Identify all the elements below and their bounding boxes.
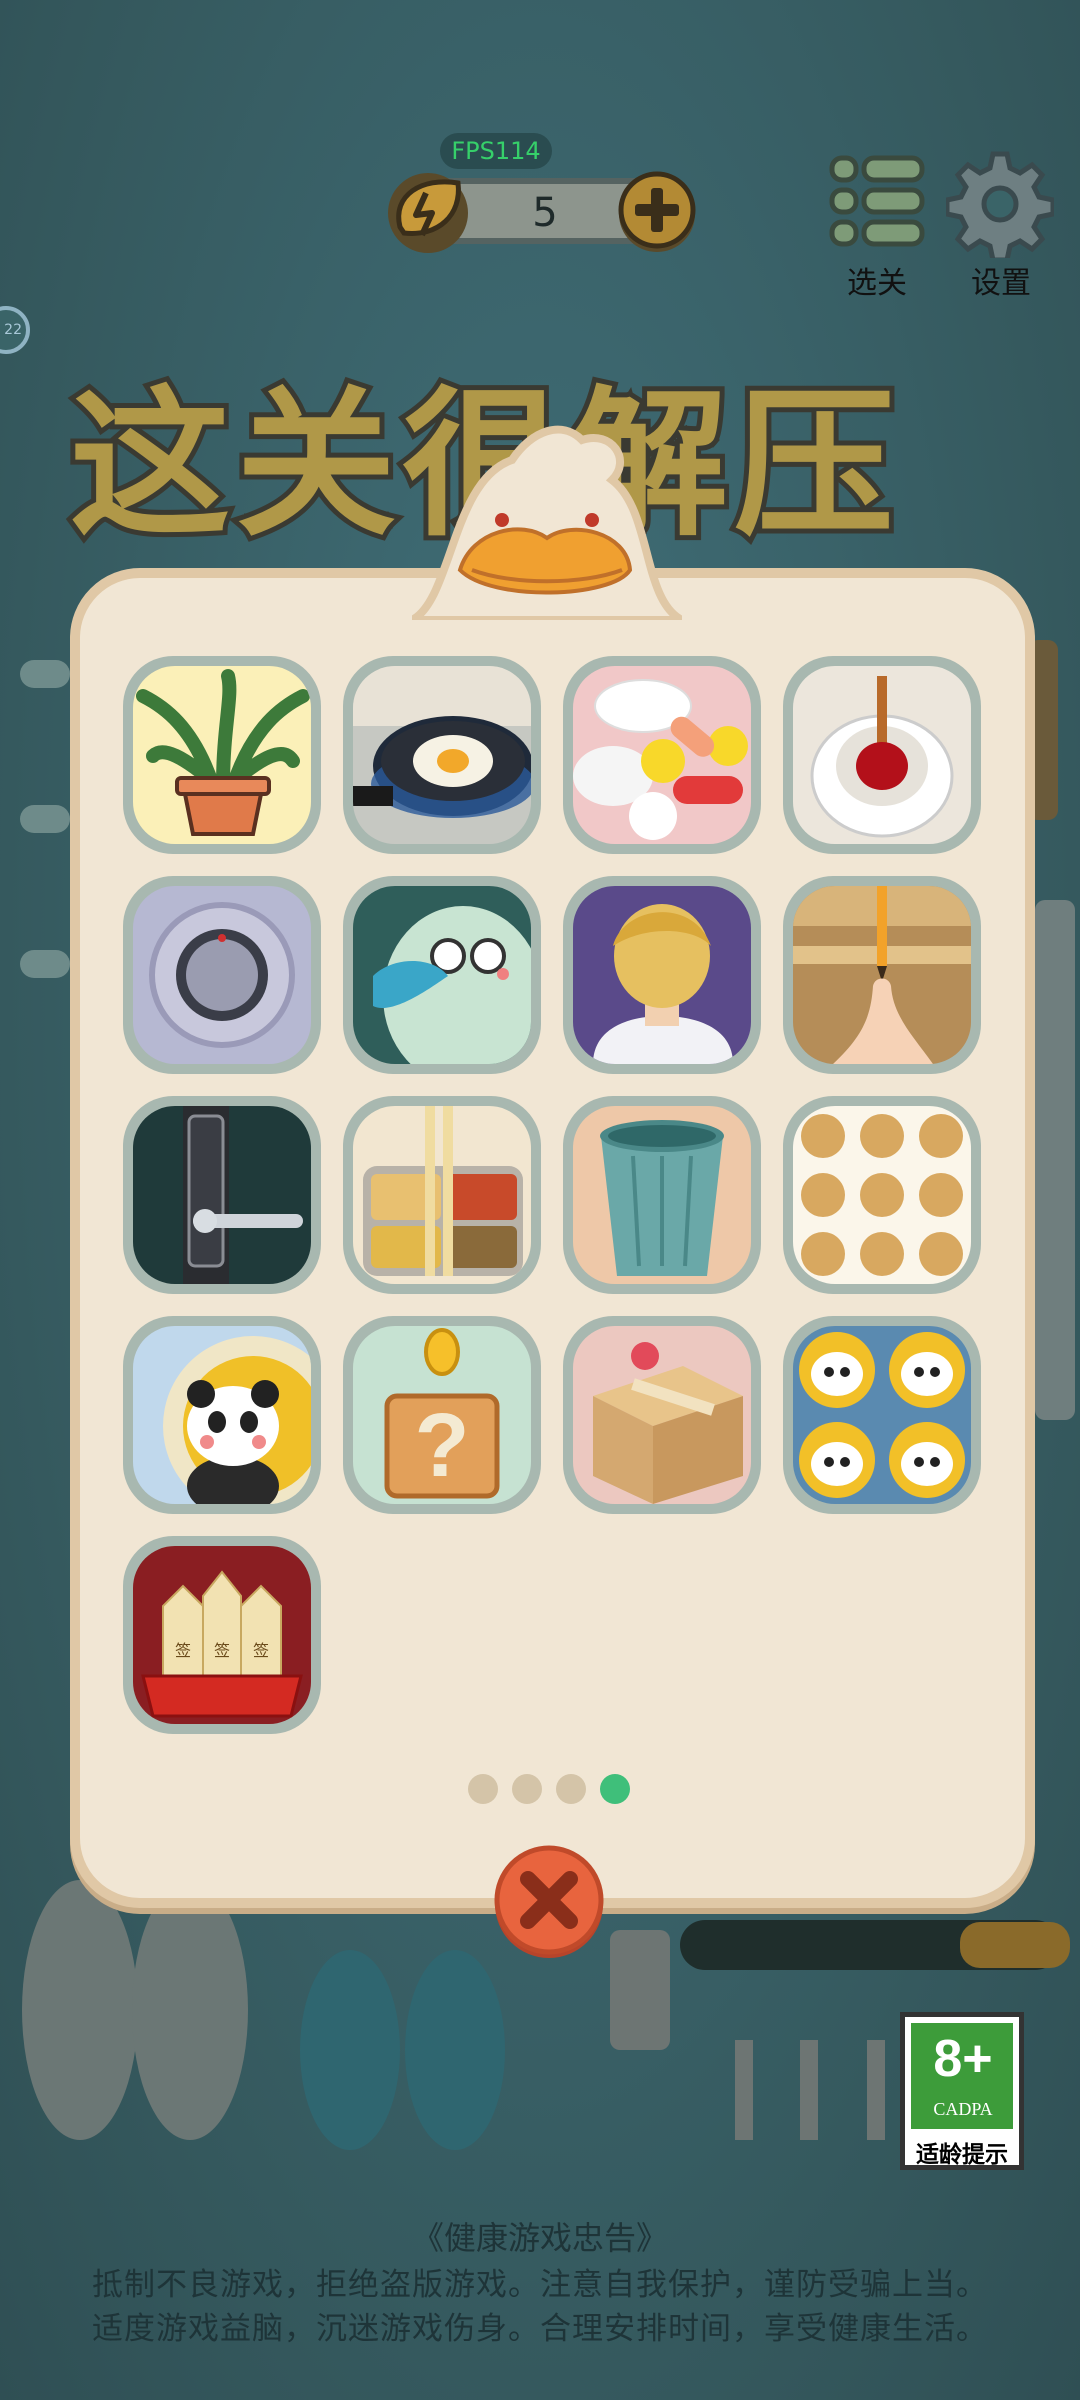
bear-pattern-icon (793, 1106, 971, 1284)
level-tile-lunch-box[interactable] (343, 1096, 541, 1294)
cardboard-box-icon (573, 1326, 751, 1504)
health-advice-line-2: 适度游戏益脑，沉迷游戏伤身。合理安排时间，享受健康生活。 (92, 2311, 988, 2347)
page-dot[interactable] (556, 1774, 586, 1804)
gear-icon[interactable] (946, 150, 1054, 258)
energy-leaf-icon (388, 173, 468, 253)
health-advice-title: 《健康游戏忠告》 (411, 2219, 668, 2257)
pencil-on-finger-icon (793, 886, 971, 1064)
level-tile-bird-with-glasses[interactable] (343, 876, 541, 1074)
four-pandas-icon (793, 1326, 971, 1504)
age-rating-number: 8+ (933, 2030, 993, 2088)
panda-plate-icon (133, 1326, 311, 1504)
age-rating-org: CADPA (933, 2099, 993, 2119)
fortune-stick-label: 签 (253, 1641, 269, 1660)
level-list-icon[interactable] (828, 152, 926, 252)
level-tile-safe-dial[interactable] (123, 876, 321, 1074)
level-tile-frying-egg[interactable] (343, 656, 541, 854)
fortune-stick-label: 签 (214, 1641, 230, 1660)
age-rating-badge: 8+ CADPA 适龄提示 (900, 2012, 1024, 2170)
settings-label[interactable]: 设置 (946, 258, 1056, 302)
level-tile-bear-pattern[interactable] (783, 1096, 981, 1294)
bird-with-glasses-icon (353, 886, 531, 1064)
fps-counter: FPS114 (440, 133, 552, 169)
toilet-plunger-icon (793, 666, 971, 844)
door-handle-icon (133, 1106, 311, 1284)
level-tile-panda-plate[interactable] (123, 1316, 321, 1514)
blonde-boy-icon (573, 886, 751, 1064)
level-tile-cardboard-box[interactable] (563, 1316, 761, 1514)
close-icon[interactable] (490, 1842, 608, 1960)
question-block-icon: ? (353, 1326, 531, 1504)
level-tile-potted-plant[interactable] (123, 656, 321, 854)
potted-plant-icon (133, 666, 311, 844)
level-tile-question-block[interactable]: ? (343, 1316, 541, 1514)
pills-icon (573, 666, 751, 844)
age-rating-tip: 适龄提示 (916, 2142, 1008, 2168)
level-tile-pencil-on-finger[interactable] (783, 876, 981, 1074)
page-dot[interactable] (512, 1774, 542, 1804)
lunch-box-icon (353, 1106, 531, 1284)
level-tile-pills[interactable] (563, 656, 761, 854)
level-tile-trash-can[interactable] (563, 1096, 761, 1294)
energy-count: 5 (532, 190, 558, 236)
safe-dial-icon (133, 886, 311, 1064)
add-energy-button[interactable] (614, 168, 700, 254)
fortune-sticks-icon: 签 签 签 (133, 1546, 311, 1724)
duck-mascot-icon (412, 425, 682, 620)
level-tile-door-handle[interactable] (123, 1096, 321, 1294)
health-advice-line-1: 抵制不良游戏，拒绝盗版游戏。注意自我保护，谨防受骗上当。 (92, 2267, 988, 2303)
level-tile-fortune-sticks[interactable]: 签 签 签 (123, 1536, 321, 1734)
page-dot[interactable] (600, 1774, 630, 1804)
level-tile-blonde-boy[interactable] (563, 876, 761, 1074)
page-dot[interactable] (468, 1774, 498, 1804)
frying-egg-icon (353, 666, 531, 844)
fortune-stick-label: 签 (175, 1641, 191, 1660)
level-tile-four-pandas[interactable] (783, 1316, 981, 1514)
trash-can-icon (573, 1106, 751, 1284)
level-select-label[interactable]: 选关 (822, 258, 932, 302)
page-indicator (468, 1774, 630, 1804)
level-tile-toilet-plunger[interactable] (783, 656, 981, 854)
svg-text:?: ? (415, 1396, 470, 1496)
